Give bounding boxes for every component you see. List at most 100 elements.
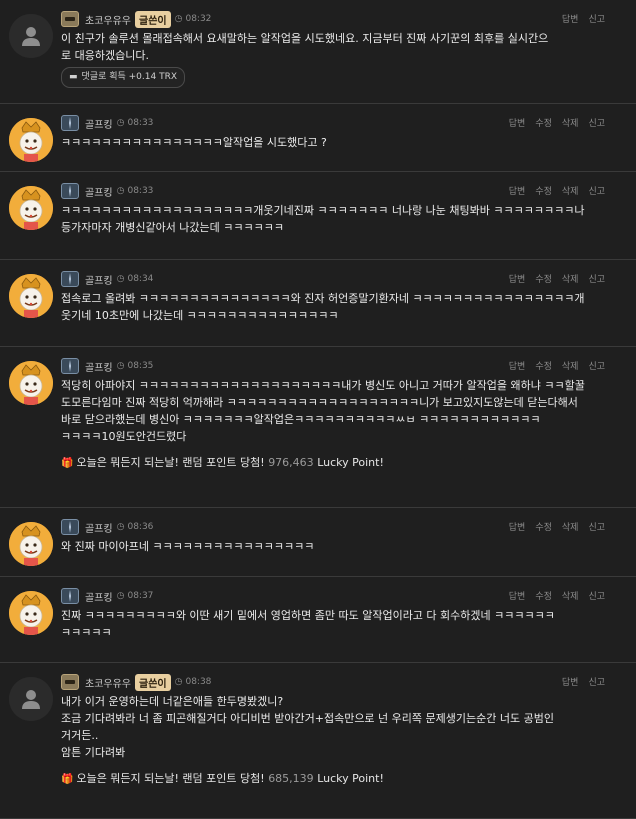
edit-button[interactable]: 수정	[535, 184, 552, 197]
comment-actions: 답변 신고	[562, 675, 605, 688]
reward-chip: ▬ 댓글로 획득 +0.14 TRX	[61, 67, 185, 88]
comment-icon: ▬	[69, 72, 78, 82]
reply-button[interactable]: 답변	[509, 116, 526, 129]
level-icon	[61, 183, 79, 199]
comment-text-line: 거거든..	[61, 729, 99, 742]
level-icon	[61, 674, 79, 690]
level-icon	[61, 358, 79, 374]
clock-icon: ◷	[174, 677, 183, 687]
reply-button[interactable]: 답변	[509, 359, 526, 372]
author-nickname[interactable]: 골프킹	[85, 272, 113, 287]
comment-body: 이 친구가 솔루션 몰래접속해서 요새말하는 알작업을 시도했네요. 지금부터 …	[61, 30, 606, 88]
comment-actions: 답변 수정 삭제 신고	[509, 520, 605, 533]
reply-button[interactable]: 답변	[562, 12, 579, 25]
reply-button[interactable]: 답변	[509, 520, 526, 533]
avatar[interactable]	[9, 118, 53, 162]
author-nickname[interactable]: 초코우유우	[85, 12, 131, 27]
avatar[interactable]	[9, 186, 53, 230]
comment-text-line: 이 친구가 솔루션 몰래접속해서 요새말하는 알작업을 시도했네요. 지금부터 …	[61, 32, 549, 45]
author-badge: 글쓴이	[135, 10, 171, 28]
comment-body: 진짜 ㅋㅋㅋㅋㅋㅋㅋㅋㅋ와 이딴 새기 밑에서 영업하면 좀만 따도 알작업이라…	[61, 607, 606, 641]
delete-button[interactable]: 삭제	[562, 520, 579, 533]
comment-text-line: 적당히 아파야지 ㅋㅋㅋㅋㅋㅋㅋㅋㅋㅋㅋㅋㅋㅋㅋㅋㅋㅋㅋㅋ내가 병신도 아니고 …	[61, 379, 585, 392]
report-button[interactable]: 신고	[588, 359, 605, 372]
comment-text-line: ㅋㅋㅋㅋㅋㅋㅋㅋㅋㅋㅋㅋㅋㅋㅋㅋㅋㅋㅋ개웃기네진짜 ㅋㅋㅋㅋㅋㅋㅋ 너나랑 나눈…	[61, 204, 585, 217]
edit-button[interactable]: 수정	[535, 589, 552, 602]
lucky-suffix: Lucky Point!	[317, 772, 384, 785]
report-button[interactable]: 신고	[588, 520, 605, 533]
author-nickname[interactable]: 골프킹	[85, 520, 113, 535]
report-button[interactable]: 신고	[588, 12, 605, 25]
delete-button[interactable]: 삭제	[562, 184, 579, 197]
lucky-point-line: 🎁 오늘은 뭐든지 되는날! 랜덤 포인트 당첨! 976,463 Lucky P…	[61, 454, 606, 472]
lucky-points: 976,463	[268, 456, 314, 469]
comment-text-line: 웃기네 10초만에 나갔는데 ㅋㅋㅋㅋㅋㅋㅋㅋㅋㅋㅋㅋㅋㅋㅋ	[61, 309, 339, 322]
comment-time: 08:38	[185, 677, 212, 687]
comment-meta: 골프킹 ◷ 08:35	[61, 357, 153, 375]
comment-text-line: 바로 닫으라했는데 병신아 ㅋㅋㅋㅋㅋㅋㅋ알작업은ㅋㅋㅋㅋㅋㅋㅋㅋㅋㅋㅆㅂ ㅋㅋ…	[61, 413, 541, 426]
comment-text-line: ㅋㅋㅋㅋㅋ	[61, 626, 112, 639]
avatar[interactable]	[9, 677, 53, 721]
gift-icon: 🎁	[61, 774, 74, 785]
comment-text-line: 진짜 ㅋㅋㅋㅋㅋㅋㅋㅋㅋ와 이딴 새기 밑에서 영업하면 좀만 따도 알작업이라…	[61, 609, 555, 622]
edit-button[interactable]: 수정	[535, 116, 552, 129]
author-nickname[interactable]: 골프킹	[85, 589, 113, 604]
comment-meta: 골프킹 ◷ 08:33	[61, 182, 153, 200]
comment-body: 내가 이거 운영하는데 너같은애들 한두명봤겠니? 조금 기다려봐라 너 좀 피곤…	[61, 693, 606, 788]
delete-button[interactable]: 삭제	[562, 272, 579, 285]
lucky-text: 오늘은 뭐든지 되는날! 랜덤 포인트 당첨!	[76, 456, 265, 469]
report-button[interactable]: 신고	[588, 116, 605, 129]
comment-time: 08:32	[185, 14, 212, 24]
lucky-points: 685,139	[268, 772, 314, 785]
report-button[interactable]: 신고	[588, 589, 605, 602]
level-icon	[61, 519, 79, 535]
comment-text-line: 도모른다임마 진짜 적당히 억까해라 ㅋㅋㅋㅋㅋㅋㅋㅋㅋㅋㅋㅋㅋㅋㅋㅋㅋㅋㅋ니가…	[61, 396, 578, 409]
comment-time: 08:34	[127, 274, 154, 284]
delete-button[interactable]: 삭제	[562, 359, 579, 372]
comment-item: 초코우유우 글쓴이 ◷ 08:38 답변 신고 내가 이거 운영하는데 너같은애들 한두명봤…	[0, 663, 636, 819]
edit-button[interactable]: 수정	[535, 359, 552, 372]
comment-time: 08:35	[127, 361, 154, 371]
comment-actions: 답변 수정 삭제 신고	[509, 359, 605, 372]
comment-actions: 답변 수정 삭제 신고	[509, 116, 605, 129]
comment-text-line: ㅋㅋㅋㅋ10원도안건드렸다	[61, 430, 187, 443]
author-nickname[interactable]: 골프킹	[85, 116, 113, 131]
reply-button[interactable]: 답변	[509, 589, 526, 602]
comment-item: 골프킹 ◷ 08:33 답변 수정 삭제 신고 ㅋㅋㅋㅋㅋㅋㅋㅋㅋㅋㅋㅋㅋㅋㅋㅋ알작업을 시도…	[0, 104, 636, 172]
report-button[interactable]: 신고	[588, 184, 605, 197]
comment-meta: 골프킹 ◷ 08:34	[61, 270, 153, 288]
avatar[interactable]	[9, 522, 53, 566]
reply-button[interactable]: 답변	[562, 675, 579, 688]
comment-actions: 답변 수정 삭제 신고	[509, 184, 605, 197]
comment-text-line: 조금 기다려봐라 너 좀 피곤해질거다 아디비번 받아간거+접속만으로 넌 우리…	[61, 712, 554, 725]
author-nickname[interactable]: 골프킹	[85, 184, 113, 199]
avatar[interactable]	[9, 14, 53, 58]
comment-text-line: 와 진짜 마이아프네 ㅋㅋㅋㅋㅋㅋㅋㅋㅋㅋㅋㅋㅋㅋㅋㅋ	[61, 540, 315, 553]
avatar[interactable]	[9, 591, 53, 635]
level-icon	[61, 588, 79, 604]
comment-time: 08:33	[127, 186, 154, 196]
edit-button[interactable]: 수정	[535, 520, 552, 533]
comment-actions: 답변 수정 삭제 신고	[509, 589, 605, 602]
clock-icon: ◷	[116, 591, 125, 601]
comment-text-line: ㅋㅋㅋㅋㅋㅋㅋㅋㅋㅋㅋㅋㅋㅋㅋㅋ알작업을 시도했다고 ?	[61, 136, 327, 149]
delete-button[interactable]: 삭제	[562, 589, 579, 602]
author-nickname[interactable]: 골프킹	[85, 359, 113, 374]
avatar[interactable]	[9, 361, 53, 405]
comment-item: 골프킹 ◷ 08:33 답변 수정 삭제 신고 ㅋㅋㅋㅋㅋㅋㅋㅋㅋㅋㅋㅋㅋㅋㅋㅋㅋㅋㅋ개웃기네…	[0, 172, 636, 260]
comment-meta: 골프킹 ◷ 08:33	[61, 114, 153, 132]
avatar[interactable]	[9, 274, 53, 318]
level-icon	[61, 271, 79, 287]
reply-button[interactable]: 답변	[509, 184, 526, 197]
comment-actions: 답변 신고	[562, 12, 605, 25]
report-button[interactable]: 신고	[588, 272, 605, 285]
reply-button[interactable]: 답변	[509, 272, 526, 285]
comment-actions: 답변 수정 삭제 신고	[509, 272, 605, 285]
clock-icon: ◷	[116, 522, 125, 532]
comment-meta: 골프킹 ◷ 08:37	[61, 587, 153, 605]
comment-body: ㅋㅋㅋㅋㅋㅋㅋㅋㅋㅋㅋㅋㅋㅋㅋㅋㅋㅋㅋ개웃기네진짜 ㅋㅋㅋㅋㅋㅋㅋ 너나랑 나눈…	[61, 202, 606, 236]
author-nickname[interactable]: 초코우유우	[85, 675, 131, 690]
report-button[interactable]: 신고	[588, 675, 605, 688]
delete-button[interactable]: 삭제	[562, 116, 579, 129]
edit-button[interactable]: 수정	[535, 272, 552, 285]
